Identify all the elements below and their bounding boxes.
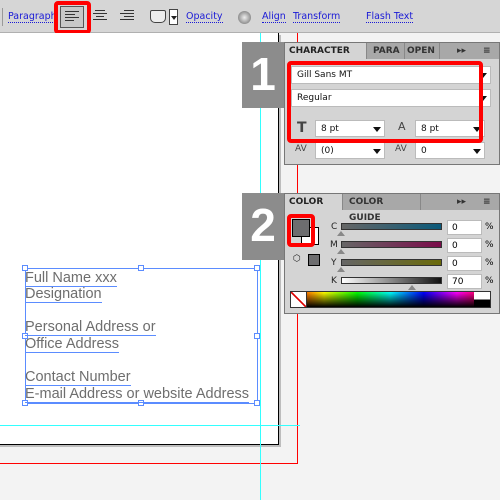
tracking-value: 0 bbox=[421, 146, 427, 156]
black-value[interactable]: 70 bbox=[447, 274, 482, 289]
cyan-value[interactable]: 0 bbox=[447, 220, 482, 235]
panel-menu-icon[interactable]: ≡ bbox=[483, 194, 491, 210]
yellow-label: Y bbox=[331, 258, 337, 268]
tab-color-guide[interactable]: COLOR GUIDE bbox=[345, 194, 421, 223]
last-color-swatch[interactable] bbox=[308, 254, 320, 266]
align-right-button[interactable] bbox=[120, 10, 134, 22]
text-line: Full Name xxx bbox=[25, 270, 117, 287]
kerning-field[interactable]: (0) bbox=[315, 142, 385, 159]
bleed-guide bbox=[0, 463, 298, 464]
text-line: Personal Address or bbox=[25, 319, 156, 336]
text-line: Office Address bbox=[25, 336, 120, 353]
highlight-box bbox=[54, 1, 91, 34]
tracking-field[interactable]: 0 bbox=[415, 142, 485, 159]
opacity-link[interactable]: Opacity bbox=[186, 12, 223, 23]
tab-opentype[interactable]: OPEN bbox=[403, 43, 440, 59]
resize-handle[interactable] bbox=[254, 333, 260, 339]
highlight-box bbox=[287, 214, 315, 247]
resize-handle[interactable] bbox=[138, 265, 144, 271]
transform-link[interactable]: Transform bbox=[293, 12, 341, 23]
text-line: Designation bbox=[25, 286, 102, 303]
percent-label: % bbox=[485, 222, 494, 232]
control-toolbar: Paragraph Opacity Align Transform Flash … bbox=[0, 0, 500, 34]
tracking-icon: AV bbox=[395, 144, 407, 154]
magenta-slider[interactable] bbox=[341, 241, 442, 248]
step-number: 1 bbox=[242, 42, 284, 108]
step-number: 2 bbox=[242, 193, 284, 260]
gear-icon[interactable] bbox=[238, 11, 251, 24]
text-line: E-mail Address or website Address bbox=[25, 386, 250, 403]
black-label: K bbox=[331, 276, 337, 286]
divider bbox=[2, 8, 3, 26]
slider-thumb[interactable] bbox=[337, 249, 345, 254]
panel-menu-icon[interactable]: ≡ bbox=[483, 43, 491, 59]
color-spectrum[interactable] bbox=[290, 291, 491, 308]
slider-thumb[interactable] bbox=[337, 231, 345, 236]
yellow-slider[interactable] bbox=[341, 259, 442, 266]
kerning-value: (0) bbox=[321, 146, 334, 156]
envelope-shape-icon[interactable] bbox=[150, 10, 166, 23]
align-link[interactable]: Align bbox=[262, 12, 286, 23]
resize-handle[interactable] bbox=[254, 265, 260, 271]
align-center-button[interactable] bbox=[93, 10, 107, 22]
percent-label: % bbox=[485, 240, 494, 250]
highlight-box bbox=[287, 61, 483, 143]
margin-guide bbox=[0, 425, 300, 426]
yellow-value[interactable]: 0 bbox=[447, 256, 482, 271]
paragraph-link[interactable]: Paragraph bbox=[8, 12, 57, 23]
tab-color[interactable]: COLOR bbox=[285, 194, 343, 210]
slider-thumb[interactable] bbox=[337, 267, 345, 272]
envelope-dropdown[interactable] bbox=[169, 9, 178, 25]
none-swatch-icon[interactable] bbox=[291, 292, 307, 307]
magenta-value[interactable]: 0 bbox=[447, 238, 482, 253]
slider-thumb[interactable] bbox=[407, 285, 416, 290]
cube-icon: ⬡ bbox=[293, 254, 301, 264]
resize-handle[interactable] bbox=[254, 400, 260, 406]
text-line: Contact Number bbox=[25, 369, 131, 386]
kerning-icon: AV bbox=[295, 144, 307, 154]
flash-text-link[interactable]: Flash Text bbox=[366, 12, 414, 23]
character-panel: CHARACTER PARA OPEN ▸▸ ≡ Gill Sans MT Re… bbox=[284, 42, 500, 165]
cyan-slider[interactable] bbox=[341, 223, 442, 230]
expand-icon[interactable]: ▸▸ bbox=[457, 194, 466, 210]
percent-label: % bbox=[485, 276, 494, 286]
color-panel: COLOR COLOR GUIDE ▸▸ ≡ ⬡ C 0 % M 0 % Y 0… bbox=[284, 193, 500, 314]
tab-character[interactable]: CHARACTER bbox=[285, 43, 367, 59]
tab-paragraph[interactable]: PARA bbox=[369, 43, 405, 59]
expand-icon[interactable]: ▸▸ bbox=[457, 43, 466, 59]
white-black-swatch[interactable] bbox=[474, 292, 490, 307]
percent-label: % bbox=[485, 258, 494, 268]
black-slider[interactable] bbox=[341, 277, 442, 284]
